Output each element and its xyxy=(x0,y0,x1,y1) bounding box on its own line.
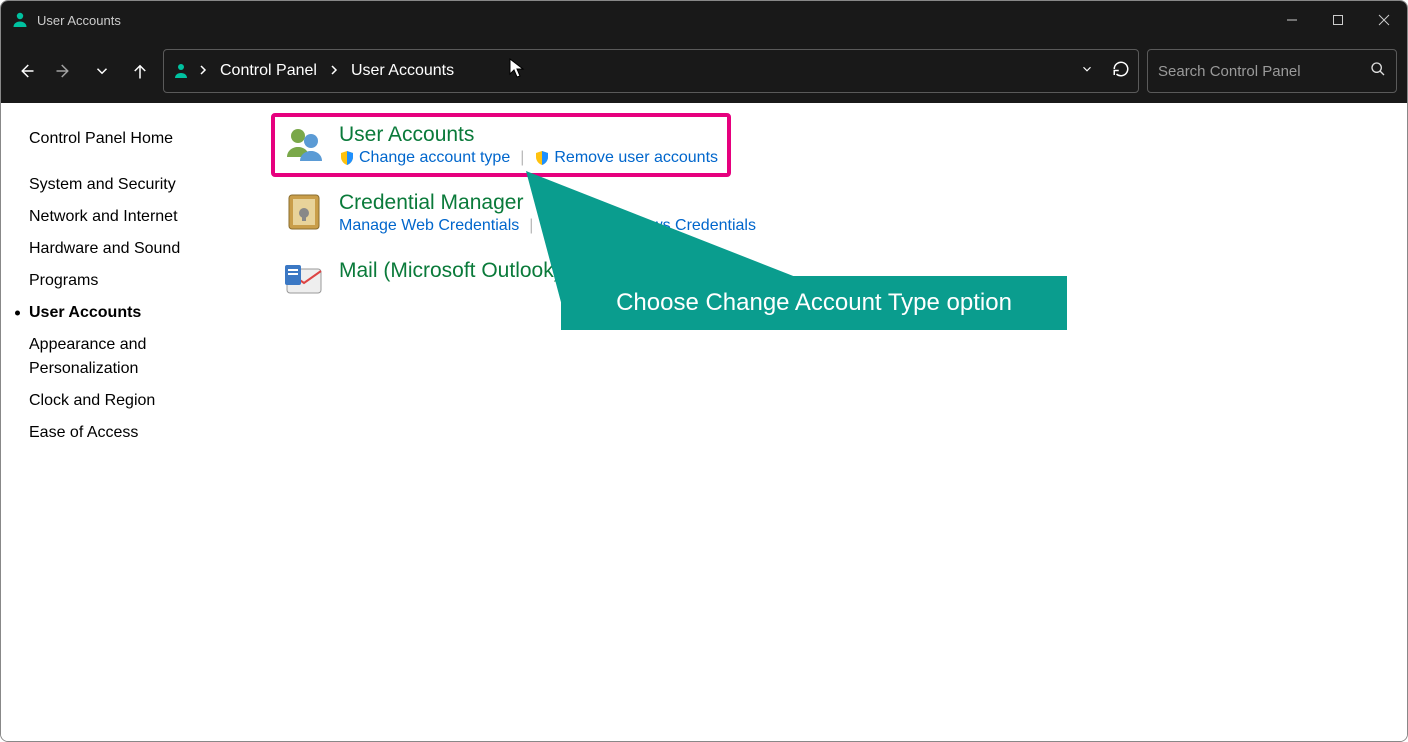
sidebar: Control Panel Home System and Security N… xyxy=(1,103,251,742)
link-label: Manage Windows Credentials xyxy=(543,217,756,235)
search-icon[interactable] xyxy=(1370,61,1386,82)
breadcrumb-item[interactable]: User Accounts xyxy=(347,62,458,80)
link-manage-web-credentials[interactable]: Manage Web Credentials xyxy=(339,217,519,235)
search-input[interactable] xyxy=(1158,63,1370,80)
sidebar-item-appearance[interactable]: Appearance and Personalization xyxy=(29,329,199,385)
content: Control Panel Home System and Security N… xyxy=(1,103,1407,742)
user-accounts-icon xyxy=(283,123,325,165)
category-user-accounts: User Accounts Change account type | xyxy=(271,113,731,177)
sidebar-item-hardware-sound[interactable]: Hardware and Sound xyxy=(29,233,241,265)
category-title[interactable]: Credential Manager xyxy=(339,191,756,215)
search-box[interactable] xyxy=(1147,49,1397,93)
refresh-button[interactable] xyxy=(1112,60,1130,83)
window-controls xyxy=(1269,1,1407,39)
navbar: Control Panel User Accounts xyxy=(1,39,1407,103)
category-title[interactable]: User Accounts xyxy=(339,123,718,147)
back-button[interactable] xyxy=(11,51,41,91)
mail-icon xyxy=(283,259,325,301)
window: User Accounts xyxy=(0,0,1408,742)
sidebar-item-clock-region[interactable]: Clock and Region xyxy=(29,385,241,417)
divider: | xyxy=(520,149,524,167)
sidebar-item-programs[interactable]: Programs xyxy=(29,265,241,297)
sidebar-item-ease-access[interactable]: Ease of Access xyxy=(29,417,241,449)
close-button[interactable] xyxy=(1361,1,1407,39)
breadcrumb-item[interactable]: Control Panel xyxy=(216,62,321,80)
sidebar-item-system-security[interactable]: System and Security xyxy=(29,169,241,201)
sidebar-home[interactable]: Control Panel Home xyxy=(29,123,241,155)
credential-manager-icon xyxy=(283,191,325,233)
sidebar-item-network[interactable]: Network and Internet xyxy=(29,201,241,233)
up-button[interactable] xyxy=(125,51,155,91)
divider: | xyxy=(529,217,533,235)
link-label: Remove user accounts xyxy=(554,149,718,167)
recent-locations-button[interactable] xyxy=(87,51,117,91)
sidebar-item-user-accounts[interactable]: User Accounts xyxy=(29,297,241,329)
link-remove-user-accounts[interactable]: Remove user accounts xyxy=(534,149,718,167)
link-label: Manage Web Credentials xyxy=(339,217,519,235)
address-bar[interactable]: Control Panel User Accounts xyxy=(163,49,1139,93)
category-credential-manager: Credential Manager Manage Web Credential… xyxy=(271,181,1387,245)
address-dropdown-icon[interactable] xyxy=(1080,62,1094,81)
shield-icon xyxy=(534,150,550,166)
maximize-button[interactable] xyxy=(1315,1,1361,39)
callout-box: Choose Change Account Type option xyxy=(561,276,1067,330)
link-label: Change account type xyxy=(359,149,510,167)
window-title: User Accounts xyxy=(37,13,121,28)
minimize-button[interactable] xyxy=(1269,1,1315,39)
address-icon xyxy=(172,62,190,80)
chevron-right-icon xyxy=(327,64,341,78)
shield-icon xyxy=(339,150,355,166)
titlebar: User Accounts xyxy=(1,1,1407,39)
link-change-account-type[interactable]: Change account type xyxy=(339,149,510,167)
main-panel: User Accounts Change account type | xyxy=(251,103,1407,742)
chevron-right-icon xyxy=(196,64,210,78)
link-manage-windows-credentials[interactable]: Manage Windows Credentials xyxy=(543,217,756,235)
category-title[interactable]: Mail (Microsoft Outlook) xyxy=(339,259,561,283)
forward-button[interactable] xyxy=(49,51,79,91)
callout-text: Choose Change Account Type option xyxy=(616,289,1012,317)
app-icon xyxy=(11,11,29,29)
